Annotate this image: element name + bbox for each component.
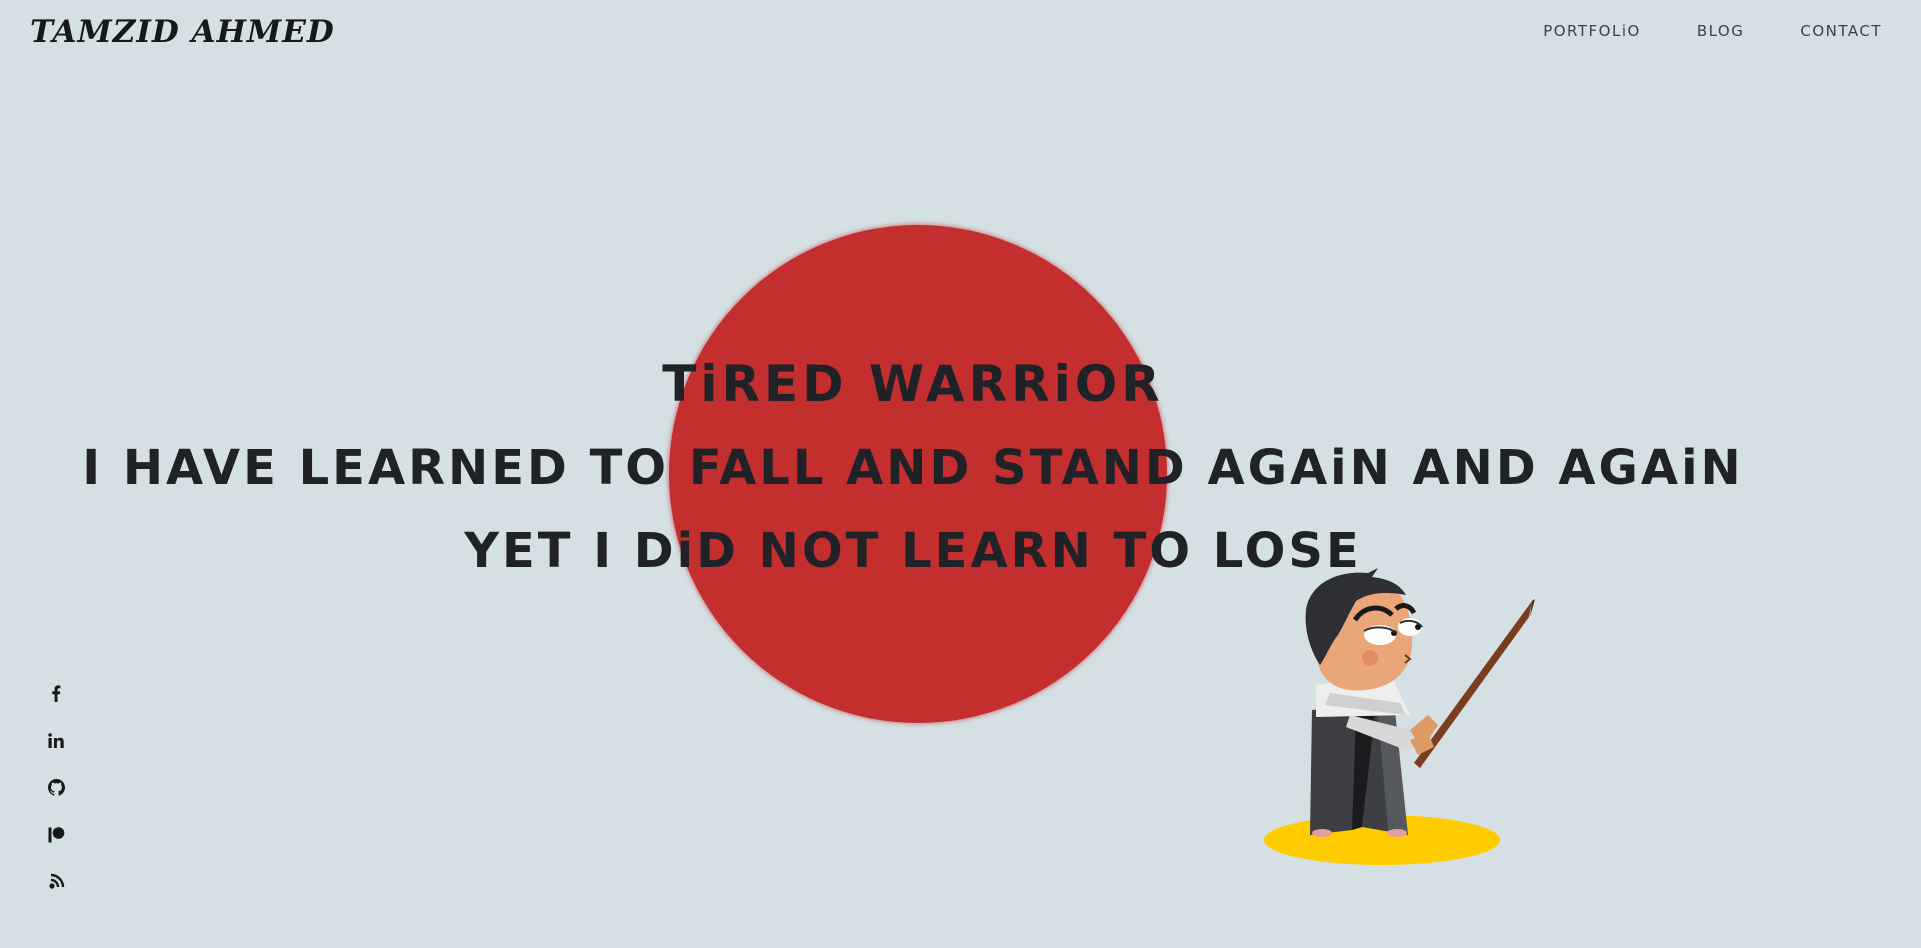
patreon-icon[interactable] <box>46 825 66 844</box>
github-icon[interactable] <box>46 778 66 797</box>
main-nav: PORTFOLiO BLOG CONTACT <box>1543 22 1882 40</box>
site-logo[interactable]: TAMZID AHMED <box>30 14 335 50</box>
facebook-icon[interactable] <box>46 684 66 703</box>
nav-link-blog[interactable]: BLOG <box>1697 22 1745 40</box>
social-links <box>46 684 66 891</box>
nav-link-contact[interactable]: CONTACT <box>1800 22 1882 40</box>
hero-quote-line-1: I HAVE LEARNED TO FALL AND STAND AGAiN A… <box>82 440 1744 496</box>
samurai-illustration <box>1260 565 1540 870</box>
linkedin-icon[interactable] <box>46 731 66 750</box>
hero-quote-line-2: YET I DiD NOT LEARN TO LOSE <box>464 523 1362 579</box>
blog-feed-icon[interactable] <box>46 872 66 891</box>
nav-link-portfolio[interactable]: PORTFOLiO <box>1543 22 1641 40</box>
header: TAMZID AHMED PORTFOLiO BLOG CONTACT <box>0 0 1921 68</box>
page: TAMZID AHMED PORTFOLiO BLOG CONTACT TiRE… <box>0 0 1921 948</box>
hero-title: TiRED WARRiOR <box>662 355 1164 413</box>
